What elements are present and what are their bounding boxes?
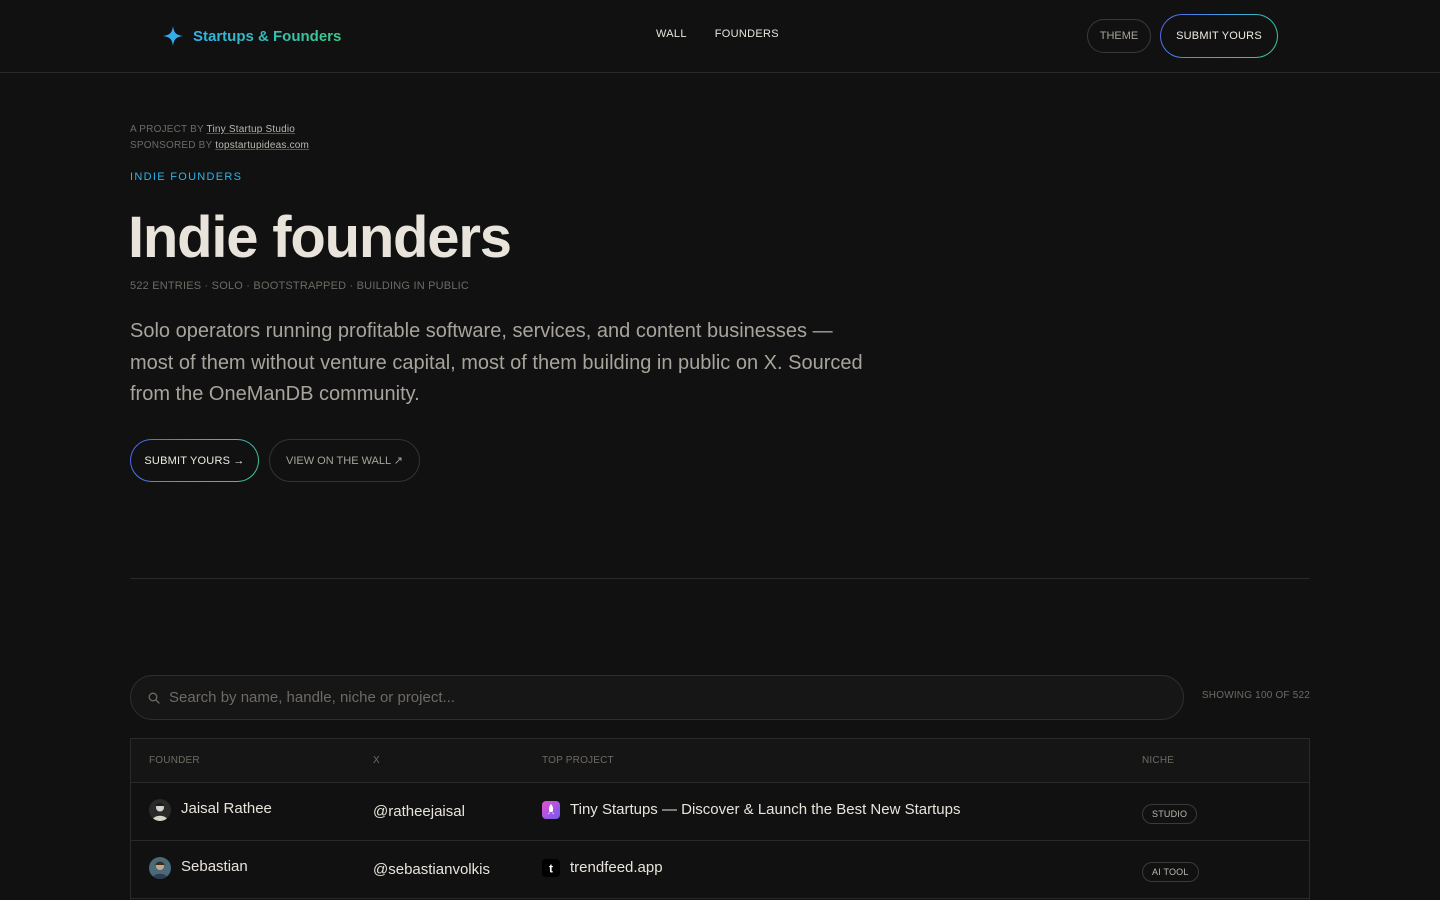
- results-count: SHOWING 100 OF 522: [1201, 690, 1310, 701]
- svg-text:t: t: [549, 862, 553, 876]
- project-credit-prefix: A PROJECT BY: [130, 124, 204, 135]
- table-header: FOUNDER X TOP PROJECT NICHE: [131, 739, 1309, 783]
- submit-button-hero[interactable]: SUBMIT YOURS →: [130, 439, 259, 482]
- column-header-top-project[interactable]: TOP PROJECT: [542, 755, 614, 766]
- rocket-icon: [542, 801, 560, 819]
- project-name[interactable]: Tiny Startups — Discover & Launch the Be…: [570, 801, 960, 818]
- sponsor-credit-prefix: SPONSORED BY: [130, 140, 213, 151]
- theme-toggle-button[interactable]: THEME: [1087, 19, 1151, 53]
- page-title: Indie founders: [128, 205, 512, 270]
- column-header-niche[interactable]: NICHE: [1142, 755, 1174, 766]
- avatar: [149, 799, 171, 821]
- project-credit-link[interactable]: Tiny Startup Studio: [207, 124, 295, 135]
- avatar: [149, 857, 171, 879]
- niche-badge: AI TOOL: [1142, 862, 1199, 882]
- brand-name: Startups & Founders: [193, 27, 342, 45]
- submit-button-hero-label: SUBMIT YOURS →: [131, 440, 258, 481]
- section-divider: [130, 578, 1310, 579]
- niche-badge: STUDIO: [1142, 804, 1198, 824]
- founder-name[interactable]: Jaisal Rathee: [181, 800, 272, 817]
- project-credit: A PROJECT BY Tiny Startup Studio: [130, 122, 309, 138]
- table-row[interactable]: Jaisal Rathee @ratheejaisal Tiny Startup…: [131, 783, 1309, 841]
- x-handle[interactable]: @sebastianvolkis: [373, 861, 490, 878]
- credits: A PROJECT BY Tiny Startup Studio SPONSOR…: [130, 122, 309, 154]
- section-eyebrow: INDIE FOUNDERS: [130, 171, 243, 183]
- brand-logo[interactable]: Startups & Founders: [163, 24, 341, 48]
- sponsor-credit-link[interactable]: topstartupideas.com: [215, 140, 309, 151]
- submit-button-nav[interactable]: SUBMIT YOURS: [1160, 14, 1278, 58]
- submit-button-nav-label: SUBMIT YOURS: [1161, 15, 1277, 57]
- column-header-founder[interactable]: FOUNDER: [149, 755, 200, 766]
- table-row[interactable]: Sebastian @sebastianvolkis t trendfeed.a…: [131, 841, 1309, 899]
- nav-link-wall[interactable]: WALL: [656, 28, 687, 40]
- search-bar: [130, 675, 1184, 720]
- main-nav: WALL FOUNDERS: [656, 28, 779, 40]
- search-icon: [148, 692, 160, 704]
- column-header-x[interactable]: X: [373, 755, 380, 766]
- t-letter-icon: t: [542, 859, 560, 877]
- page-meta: 522 ENTRIES · SOLO · BOOTSTRAPPED · BUIL…: [130, 280, 470, 292]
- sparkle-icon: [163, 26, 183, 46]
- top-nav: Startups & Founders WALL FOUNDERS THEME …: [0, 0, 1440, 73]
- founders-table: FOUNDER X TOP PROJECT NICHE Jaisal Rathe…: [130, 738, 1310, 900]
- project-name[interactable]: trendfeed.app: [570, 859, 663, 876]
- search-input[interactable]: [169, 676, 1159, 719]
- x-handle[interactable]: @ratheejaisal: [373, 803, 465, 820]
- view-wall-button[interactable]: VIEW ON THE WALL ↗: [269, 439, 420, 482]
- nav-link-founders[interactable]: FOUNDERS: [715, 28, 779, 40]
- page-description: Solo operators running profitable softwa…: [130, 320, 863, 405]
- founder-name[interactable]: Sebastian: [181, 858, 248, 875]
- sponsor-credit: SPONSORED BY topstartupideas.com: [130, 138, 309, 154]
